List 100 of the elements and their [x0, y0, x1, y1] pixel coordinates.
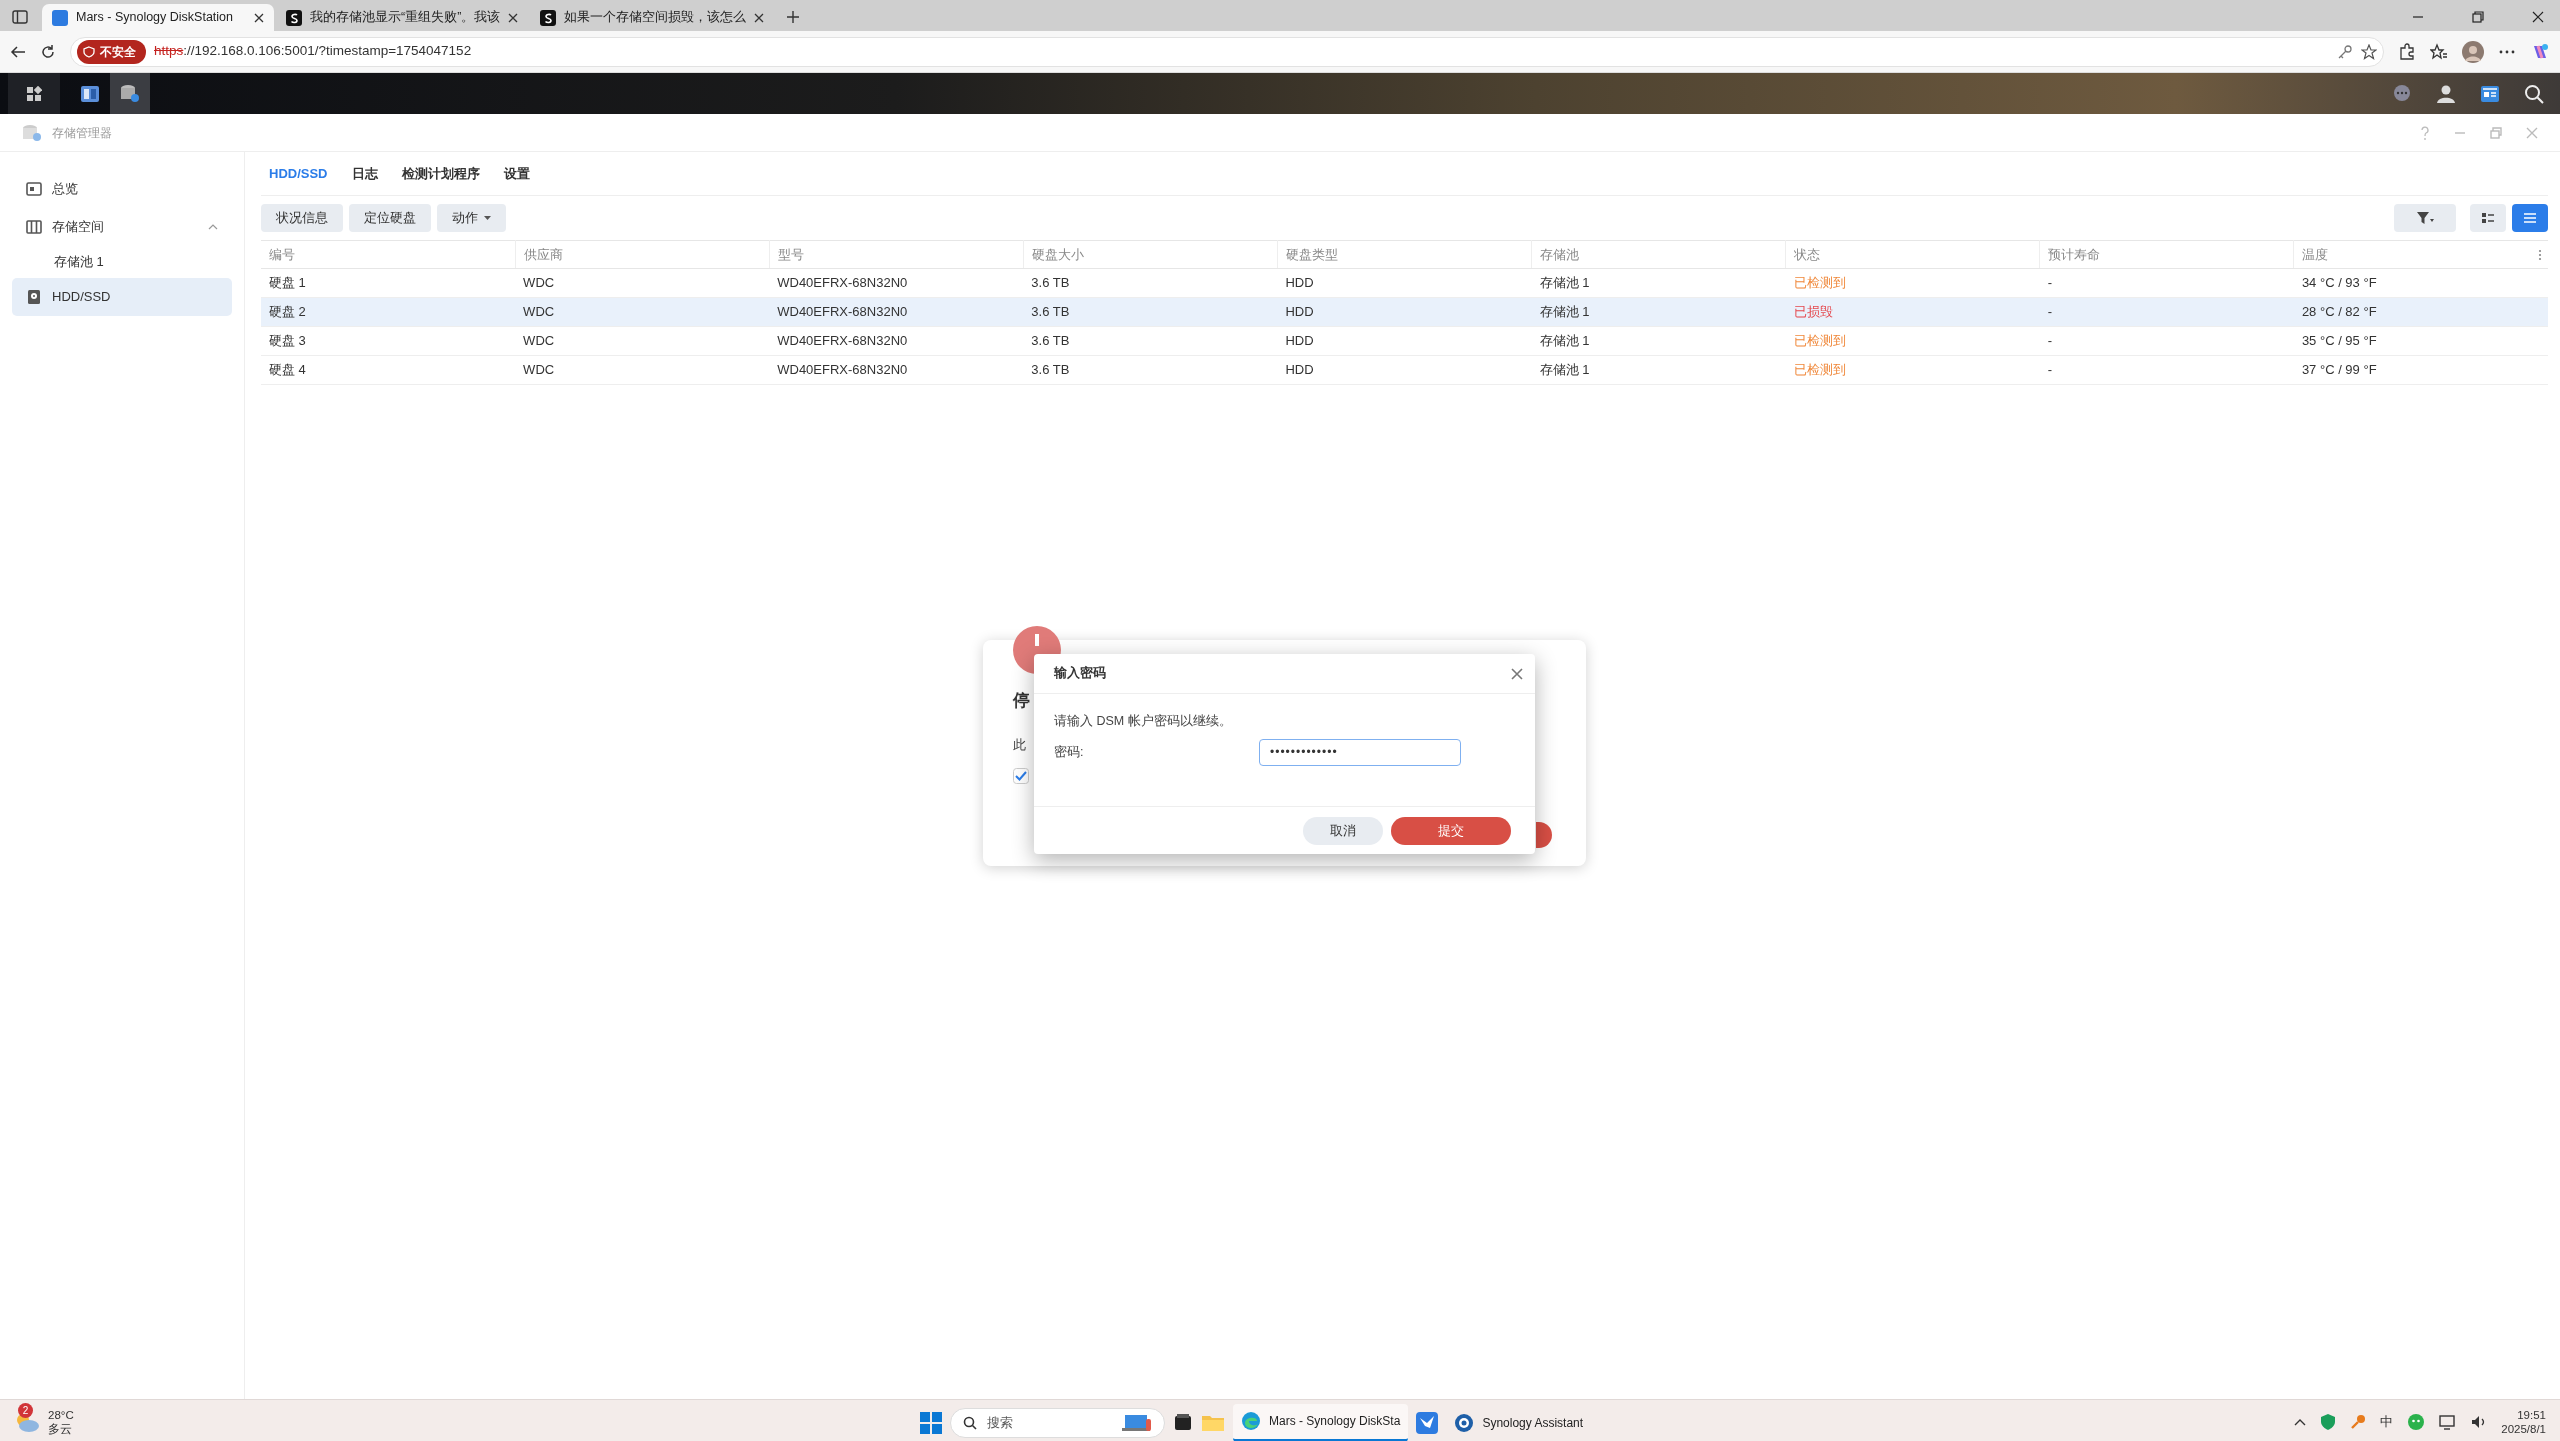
- columns-icon: [26, 219, 42, 235]
- network-icon[interactable]: [2439, 1414, 2458, 1430]
- database-icon: [120, 83, 140, 104]
- table-cell: 28 °C / 82 °F: [2293, 297, 2548, 327]
- column-menu-icon[interactable]: [2538, 249, 2542, 261]
- column-header[interactable]: 硬盘大小: [1023, 240, 1278, 269]
- tab[interactable]: 检测计划程序: [401, 163, 480, 184]
- search-field[interactable]: 搜索: [950, 1407, 1165, 1438]
- table-cell: 已检测到: [1785, 268, 2040, 298]
- view-list-icon: [2524, 212, 2536, 224]
- main-menu-button[interactable]: [8, 73, 60, 114]
- submit-button[interactable]: 提交: [1391, 816, 1511, 845]
- weather-text: 多云: [48, 1422, 73, 1437]
- close-icon[interactable]: [754, 12, 765, 23]
- password-field[interactable]: •••••••••••••: [1259, 738, 1461, 766]
- table-cell: 存储池 1: [1531, 355, 1786, 385]
- search-icon: [963, 1415, 977, 1430]
- browser-icon: [1241, 1411, 1261, 1431]
- table-cell: -: [2039, 297, 2294, 327]
- table-cell: 硬盘 4: [261, 355, 516, 385]
- star-icon[interactable]: [2361, 43, 2377, 60]
- avatar-icon[interactable]: [2462, 40, 2484, 63]
- sidebar-subitem[interactable]: 存储池 1: [12, 246, 232, 278]
- panel-icon: [26, 181, 42, 197]
- dialog-message: 请输入 DSM 帐户密码以继续。: [1054, 714, 1232, 728]
- checked-checkbox[interactable]: [1013, 768, 1029, 784]
- table-cell: HDD: [1277, 297, 1532, 327]
- column-header[interactable]: 状态: [1785, 240, 2040, 269]
- table-cell: 3.6 TB: [1023, 268, 1278, 298]
- table-cell: WDC: [515, 326, 770, 356]
- dialog-title: 停: [1013, 690, 1030, 712]
- table-cell: 硬盘 3: [261, 326, 516, 356]
- browser-tab[interactable]: Mars - Synology DiskStation: [42, 4, 274, 31]
- toolbar-button[interactable]: 状况信息: [261, 204, 343, 232]
- tab[interactable]: HDD/SSD: [269, 163, 328, 184]
- new-tab-icon[interactable]: [786, 10, 801, 24]
- shield-icon[interactable]: [2320, 1413, 2337, 1431]
- grid-icon: [26, 85, 42, 102]
- close-icon[interactable]: [2532, 11, 2544, 23]
- close-icon[interactable]: [508, 12, 519, 23]
- sidebar-item[interactable]: HDD/SSD: [12, 278, 232, 316]
- column-header[interactable]: 编号: [261, 240, 516, 269]
- view-toggle-button[interactable]: [2512, 204, 2548, 232]
- search-icon[interactable]: [2524, 83, 2544, 104]
- restore-icon[interactable]: [2472, 11, 2484, 23]
- table-cell: HDD: [1277, 326, 1532, 356]
- close-icon[interactable]: [254, 12, 264, 23]
- toolbar-button[interactable]: 定位硬盘: [349, 204, 431, 232]
- sidebar-toggle-icon[interactable]: [12, 9, 28, 25]
- table-cell: 硬盘 1: [261, 268, 516, 298]
- table-cell: 硬盘 2: [261, 297, 516, 327]
- dialog-text: 此: [1013, 736, 1026, 754]
- key-icon[interactable]: [2350, 1414, 2367, 1430]
- start-icon[interactable]: [920, 1411, 942, 1434]
- column-header[interactable]: 供应商: [515, 240, 770, 269]
- address-bar[interactable]: 不安全 https://192.168.0.106:5001/?timestamp=1754047152: [70, 36, 2384, 67]
- filter-button[interactable]: [2394, 204, 2456, 232]
- s-logo-icon: [540, 9, 557, 26]
- table-cell: 已检测到: [1785, 355, 2040, 385]
- taskbar-app[interactable]: Synology Assistant: [1446, 1403, 1592, 1441]
- table-cell: WDC: [515, 268, 770, 298]
- browser-tab[interactable]: 我的存储池显示“重组失败”。我该: [276, 4, 529, 31]
- table-cell: 37 °C / 99 °F: [2293, 355, 2548, 385]
- input-method-indicator[interactable]: 中: [2380, 1412, 2394, 1432]
- key-icon[interactable]: [2337, 43, 2353, 60]
- column-header[interactable]: 型号: [769, 240, 1024, 269]
- table-cell: 3.6 TB: [1023, 355, 1278, 385]
- table-cell: -: [2039, 355, 2294, 385]
- assistant-icon: [1454, 1412, 1475, 1433]
- view-cards-icon: [2482, 212, 2494, 224]
- table-cell: 已检测到: [1785, 326, 2040, 356]
- taskbar-app[interactable]: Mars - Synology DiskSta: [1233, 1403, 1409, 1441]
- table-cell: WDC: [515, 297, 770, 327]
- chevron-up-icon[interactable]: [2294, 1418, 2307, 1426]
- column-header[interactable]: 预计寿命: [2039, 240, 2294, 269]
- tab[interactable]: 日志: [351, 163, 378, 184]
- toolbar-button[interactable]: 动作: [437, 204, 506, 232]
- sidebar-item[interactable]: 存储空间: [12, 208, 232, 246]
- storage-app-icon: [22, 123, 42, 142]
- back-icon[interactable]: [10, 43, 26, 60]
- cancel-button[interactable]: 取消: [1303, 816, 1383, 845]
- view-toggle-button[interactable]: [2470, 204, 2506, 232]
- table-cell: HDD: [1277, 355, 1532, 385]
- tab[interactable]: 设置: [503, 163, 530, 184]
- clock[interactable]: 19:51 2025/8/1: [2501, 1407, 2546, 1437]
- column-header[interactable]: 存储池: [1531, 240, 1786, 269]
- column-header[interactable]: 硬盘类型: [1277, 240, 1532, 269]
- chat-icon[interactable]: [2392, 83, 2412, 104]
- security-badge[interactable]: 不安全: [77, 39, 146, 64]
- column-header[interactable]: 温度: [2293, 240, 2548, 269]
- browser-tab[interactable]: 如果一个存储空间损毁，该怎么: [530, 4, 775, 31]
- favorites-icon[interactable]: [2430, 42, 2448, 61]
- sidebar-item[interactable]: 总览: [12, 170, 232, 208]
- user-icon[interactable]: [2436, 83, 2456, 104]
- reload-icon[interactable]: [40, 43, 56, 60]
- bird-icon[interactable]: [1416, 1411, 1439, 1434]
- table-cell: 已损毁: [1785, 297, 2040, 327]
- table-cell: -: [2039, 326, 2294, 356]
- widget-icon[interactable]: [2480, 83, 2500, 104]
- puzzle-icon[interactable]: [2398, 42, 2416, 61]
